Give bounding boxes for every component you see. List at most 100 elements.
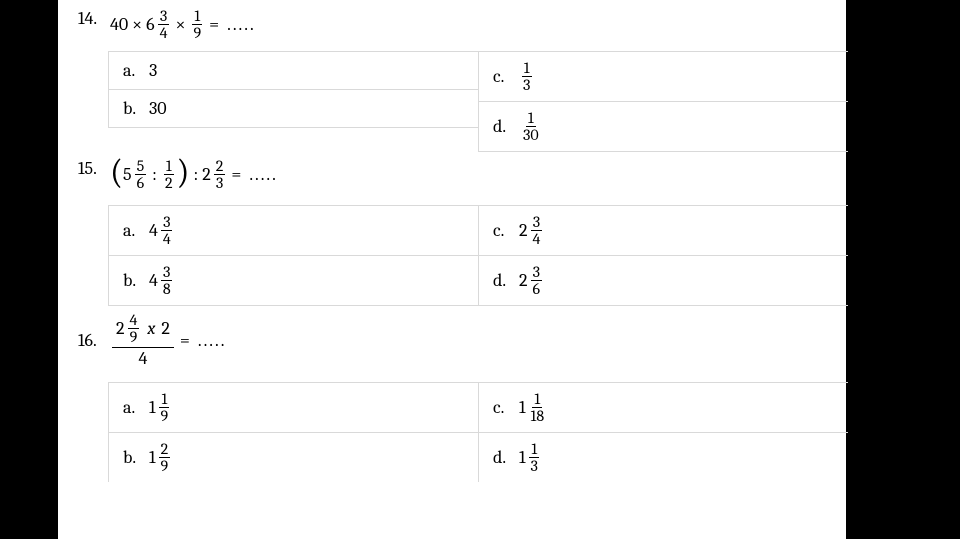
numerator: 1: [529, 441, 539, 458]
option-label: b.: [123, 270, 149, 291]
fraction: 1 18: [529, 391, 547, 424]
denominator: 4: [161, 231, 173, 247]
numerator: 5: [135, 158, 147, 175]
numerator: 3: [531, 214, 542, 231]
big-numerator: 2 4 9 x 2: [112, 312, 174, 348]
fraction: 1 3: [521, 60, 532, 93]
equals-sign: =: [231, 164, 241, 185]
option-label: c.: [493, 220, 519, 241]
equals-sign: =: [209, 14, 219, 35]
equals-sign: =: [180, 330, 190, 351]
option-b[interactable]: b. 30: [108, 89, 478, 128]
numerator: 1: [164, 158, 174, 175]
question-number: 15.: [78, 158, 110, 179]
options-column-left: a. 3 b. 30: [108, 51, 478, 152]
times-sign: ×: [132, 14, 142, 35]
denominator: 4: [158, 25, 170, 41]
question-expression: 40 × 6 3 4 × 1 9 = .....: [110, 8, 256, 41]
fraction: 3 8: [161, 264, 173, 297]
denominator: 6: [135, 175, 147, 191]
whole-part: 2: [202, 164, 211, 185]
right-paren: ): [177, 159, 190, 186]
option-c[interactable]: c. 2 3 4: [478, 205, 848, 255]
fraction: 1 2: [163, 158, 175, 191]
denominator: 4: [531, 231, 543, 247]
denominator: 9: [159, 408, 171, 424]
option-value: 30: [149, 98, 167, 119]
mixed-number: 5 5 6: [123, 158, 148, 191]
left-paren: (: [110, 159, 123, 186]
question-expression: 2 4 9 x 2 4 = .....: [110, 312, 226, 368]
division-colon: :: [194, 164, 199, 185]
option-value: 2 3 6: [519, 264, 544, 297]
numerator: 3: [161, 214, 172, 231]
options-column-left: a. 4 3 4 b. 4 3 8: [108, 205, 478, 306]
numerator: 3: [161, 264, 172, 281]
option-d[interactable]: d. 1 1 3: [478, 432, 848, 482]
fraction: 4 9: [128, 312, 140, 345]
option-value: 2 3 4: [519, 214, 544, 247]
fraction: 1 30: [521, 110, 541, 143]
whole-part: 4: [149, 270, 158, 291]
numerator: 1: [159, 391, 169, 408]
option-value: 1 1 3: [519, 441, 542, 474]
denominator: 30: [521, 127, 541, 143]
fraction: 3 6: [531, 264, 543, 297]
option-label: a.: [123, 397, 149, 418]
fraction: 3 4: [531, 214, 543, 247]
option-value: 1 1 18: [519, 391, 548, 424]
mixed-number: 6 3 4: [146, 8, 171, 41]
fraction: 2 3: [214, 158, 226, 191]
numerator: 1: [522, 60, 532, 77]
option-value: 1 1 9: [149, 391, 172, 424]
option-b[interactable]: b. 4 3 8: [108, 255, 478, 306]
whole-part: 2: [519, 270, 528, 291]
option-value: 4 3 8: [149, 264, 175, 297]
options-grid-14: a. 3 b. 30 c. 1 3 d.: [108, 51, 826, 152]
denominator: 3: [214, 175, 225, 191]
option-label: a.: [123, 60, 149, 81]
numerator: 1: [526, 110, 536, 127]
option-c[interactable]: c. 1 1 18: [478, 382, 848, 432]
denominator: 9: [191, 25, 203, 41]
fraction: 5 6: [135, 158, 147, 191]
option-d[interactable]: d. 2 3 6: [478, 255, 848, 306]
options-grid-16: a. 1 1 9 b. 1 2 9: [108, 382, 826, 482]
blank-dots: .....: [227, 14, 256, 35]
denominator: 3: [529, 458, 540, 474]
mixed-number: 2 4 9: [116, 312, 141, 345]
denominator: 3: [521, 77, 532, 93]
fraction: 1 9: [159, 391, 171, 424]
denominator: 8: [161, 281, 173, 297]
fraction: 1 9: [191, 8, 203, 41]
denominator: 9: [159, 458, 171, 474]
option-value: 1 3: [519, 60, 534, 93]
options-column-left: a. 1 1 9 b. 1 2 9: [108, 382, 478, 482]
option-a[interactable]: a. 4 3 4: [108, 205, 478, 255]
option-label: b.: [123, 98, 149, 119]
value: 2: [161, 320, 170, 338]
fraction: 1 3: [529, 441, 540, 474]
numerator: 2: [159, 441, 171, 458]
question-16: 16. 2 4 9 x 2 4 = .....: [78, 312, 826, 368]
option-a[interactable]: a. 3: [108, 51, 478, 89]
option-label: d.: [493, 116, 519, 137]
numerator: 1: [192, 8, 202, 25]
option-label: c.: [493, 66, 519, 87]
question-number: 14.: [78, 8, 110, 29]
whole-part: 1: [519, 447, 526, 468]
whole-part: 1: [519, 397, 526, 418]
option-b[interactable]: b. 1 2 9: [108, 432, 478, 482]
page: 14. 40 × 6 3 4 × 1 9 = ..... a. 3: [58, 0, 846, 539]
option-label: d.: [493, 270, 519, 291]
denominator: 2: [163, 175, 175, 191]
option-c[interactable]: c. 1 3: [478, 51, 848, 101]
fraction: 3 4: [158, 8, 170, 41]
question-15: 15. ( 5 5 6 : 1 2 ) : 2 2 3: [78, 158, 826, 191]
whole-part: 4: [149, 220, 158, 241]
denominator: 6: [531, 281, 543, 297]
option-d[interactable]: d. 1 30: [478, 101, 848, 152]
numerator: 2: [214, 158, 226, 175]
option-value: 1 30: [519, 110, 543, 143]
option-a[interactable]: a. 1 1 9: [108, 382, 478, 432]
